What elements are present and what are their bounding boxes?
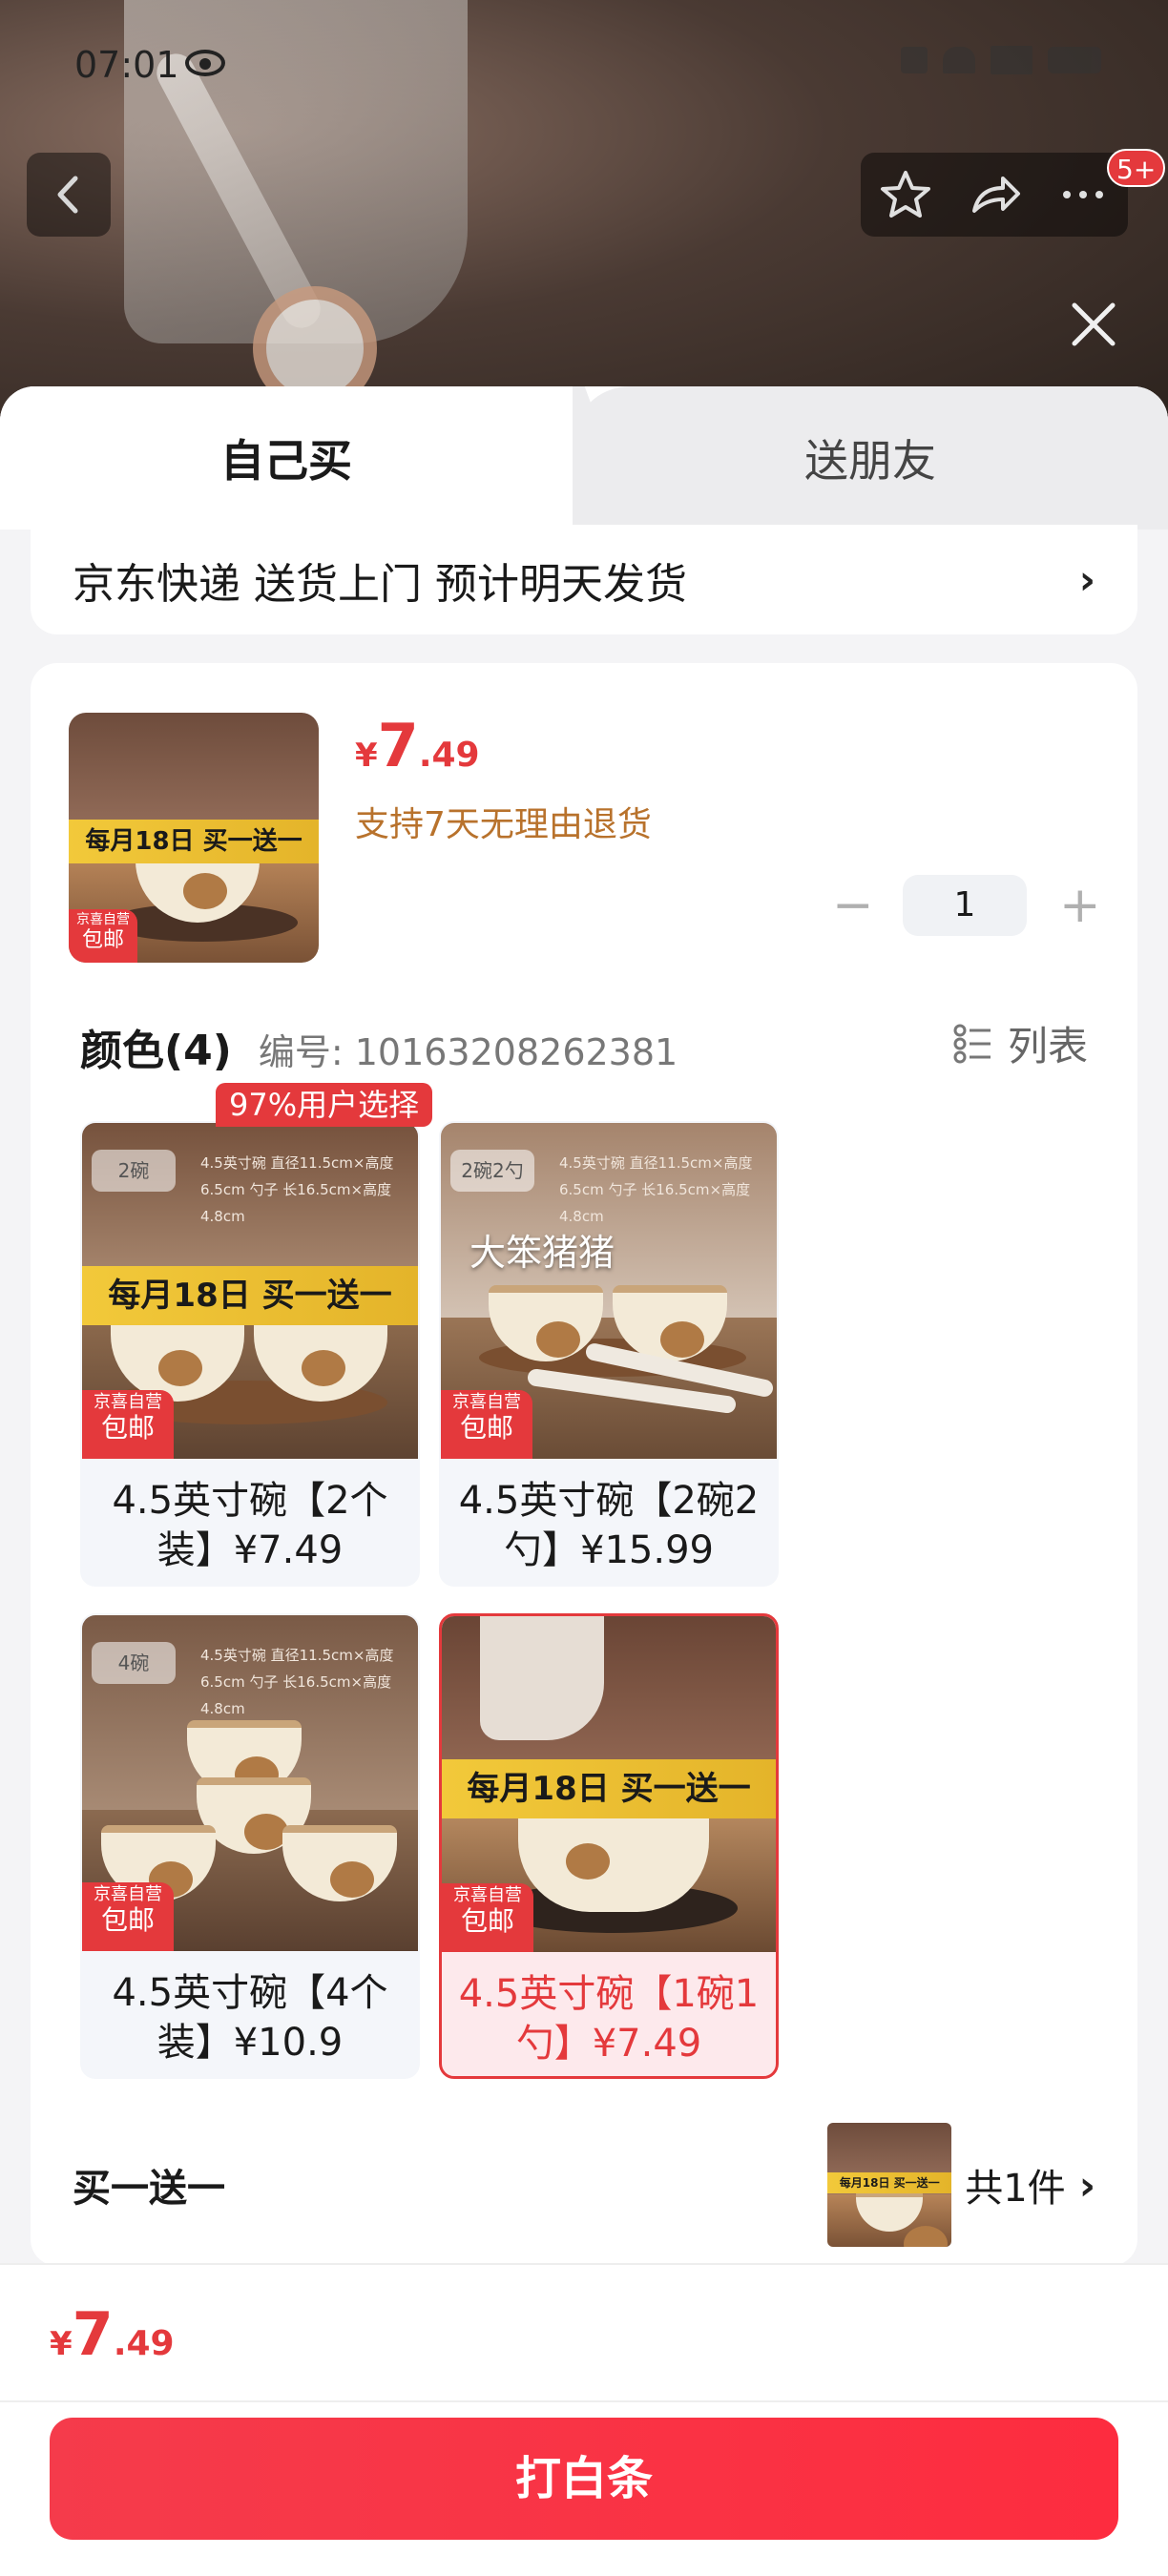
wifi-icon bbox=[943, 47, 975, 73]
price-currency: ¥ bbox=[355, 737, 378, 775]
variant-image: 2碗2勺 4.5英寸碗 直径11.5cm×高度6.5cm 勺子 长16.5cm×… bbox=[441, 1123, 777, 1459]
product-price: ¥7.49 bbox=[355, 711, 480, 780]
variant-option[interactable]: 4碗 4.5英寸碗 直径11.5cm×高度6.5cm 勺子 长16.5cm×高度… bbox=[80, 1613, 420, 2079]
battery-icon bbox=[1048, 47, 1101, 73]
free-shipping-badge-top: 京喜自营 bbox=[453, 1885, 522, 1905]
notification-badge: 5+ bbox=[1107, 149, 1166, 187]
status-icons bbox=[901, 46, 1101, 74]
tab-buy-self[interactable]: 自己买 bbox=[0, 386, 573, 530]
free-shipping-badge: 京喜自营 包邮 bbox=[82, 1882, 174, 1951]
variant-count-tag: 2碗2勺 bbox=[450, 1150, 534, 1192]
list-icon bbox=[953, 1024, 991, 1063]
list-view-toggle[interactable]: 列表 bbox=[952, 1014, 1088, 1072]
free-shipping-badge: 京喜自营 包邮 bbox=[69, 909, 137, 963]
checkout-divider bbox=[0, 2400, 1168, 2402]
total-price: ¥7.49 bbox=[50, 2299, 175, 2369]
delivery-text: 京东快递 送货上门 预计明天发货 bbox=[73, 559, 687, 609]
free-shipping-badge-text: 包邮 bbox=[100, 1412, 155, 1444]
product-thumbnail[interactable]: 每月18日 买一送一 京喜自营 包邮 bbox=[69, 713, 319, 963]
price-integer: 7 bbox=[377, 711, 419, 780]
bogo-thumbnail: 每月18日 买一送一 bbox=[827, 2123, 952, 2247]
checkout-bar: ¥7.49 打白条 bbox=[0, 2263, 1168, 2576]
variant-label: 4.5英寸碗【1碗1勺】¥7.49 bbox=[458, 1972, 760, 2066]
return-policy-note: 支持7天无理由退货 bbox=[355, 805, 652, 844]
variant-section-title: 颜色(4) bbox=[80, 1027, 232, 1075]
decrease-quantity-button[interactable]: − bbox=[832, 877, 874, 934]
free-shipping-badge-text: 包邮 bbox=[459, 1412, 513, 1444]
thumbnail-promo-band: 每月18日 买一送一 bbox=[69, 820, 319, 863]
variant-image: 2碗 4.5英寸碗 直径11.5cm×高度6.5cm 勺子 长16.5cm×高度… bbox=[82, 1123, 418, 1459]
total-price-decimal: .49 bbox=[113, 2324, 175, 2363]
variant-label: 4.5英寸碗【2碗2勺】¥15.99 bbox=[458, 1479, 760, 1572]
more-icon[interactable] bbox=[1055, 167, 1111, 222]
free-shipping-badge-top: 京喜自营 bbox=[94, 1884, 162, 1904]
pay-later-button[interactable]: 打白条 bbox=[50, 2418, 1118, 2540]
product-card: 每月18日 买一送一 京喜自营 包邮 ¥7.49 支持7天无理由退货 − 1 +… bbox=[31, 663, 1137, 2266]
variant-count-tag: 2碗 bbox=[92, 1150, 176, 1192]
total-price-integer: 7 bbox=[72, 2299, 114, 2369]
variant-label: 4.5英寸碗【4个装】¥10.9 bbox=[112, 1971, 388, 2065]
bogo-thumbnail-promo: 每月18日 买一送一 bbox=[827, 2172, 952, 2193]
total-price-currency: ¥ bbox=[50, 2325, 73, 2363]
tab-buy-self-label: 自己买 bbox=[220, 435, 352, 487]
variant-image: 4碗 4.5英寸碗 直径11.5cm×高度6.5cm 勺子 长16.5cm×高度… bbox=[82, 1615, 418, 1951]
variant-promo-band: 每月18日 买一送一 bbox=[82, 1266, 418, 1325]
status-bar: 07:01 bbox=[0, 38, 1168, 95]
bogo-chevron-icon: › bbox=[1078, 2161, 1095, 2209]
free-shipping-badge: 京喜自营 包邮 bbox=[82, 1390, 174, 1459]
quantity-stepper: − 1 + bbox=[832, 875, 1101, 936]
variant-promo-band: 每月18日 买一送一 bbox=[442, 1759, 776, 1818]
header-actions bbox=[861, 153, 1128, 237]
thumbnail-scene: 每月18日 买一送一 京喜自营 包邮 bbox=[69, 713, 319, 963]
tab-gift-friend-label: 送朋友 bbox=[804, 435, 936, 487]
share-icon[interactable] bbox=[967, 167, 1022, 222]
variant-spec-text: 4.5英寸碗 直径11.5cm×高度6.5cm 勺子 长16.5cm×高度4.8… bbox=[200, 1154, 394, 1225]
quantity-input[interactable]: 1 bbox=[903, 875, 1027, 936]
signal-icon bbox=[901, 47, 928, 73]
price-decimal: .49 bbox=[418, 736, 480, 775]
free-shipping-badge-top: 京喜自营 bbox=[94, 1392, 162, 1412]
cellular-icon bbox=[991, 46, 1032, 74]
tab-gift-friend[interactable]: 送朋友 bbox=[573, 386, 1168, 530]
bogo-title: 买一送一 bbox=[73, 2167, 225, 2211]
bogo-summary: 每月18日 买一送一 共1件 › bbox=[827, 2123, 1095, 2247]
variant-option[interactable]: 2碗2勺 4.5英寸碗 直径11.5cm×高度6.5cm 勺子 长16.5cm×… bbox=[439, 1121, 779, 1587]
purchase-sheet: 送朋友 自己买 京东快递 送货上门 预计明天发货 › 每月18日 买一送一 京喜… bbox=[0, 386, 1168, 2576]
star-icon[interactable] bbox=[878, 167, 933, 222]
sku-code: 编号: 10163208262381 bbox=[258, 1031, 678, 1073]
variant-spec-text: 4.5英寸碗 直径11.5cm×高度6.5cm 勺子 长16.5cm×高度4.8… bbox=[559, 1154, 753, 1225]
free-shipping-badge: 京喜自营 包邮 bbox=[442, 1883, 533, 1952]
increase-quantity-button[interactable]: + bbox=[1059, 877, 1101, 934]
purchase-tabs: 送朋友 自己买 bbox=[0, 386, 1168, 530]
free-shipping-badge-top: 京喜自营 bbox=[452, 1392, 521, 1412]
delivery-chevron-icon: › bbox=[1078, 556, 1095, 603]
variant-option-selected[interactable]: 每月18日 买一送一 京喜自营 包邮 4.5英寸碗【1碗1勺】¥7.49 bbox=[439, 1613, 779, 2079]
free-shipping-badge-top: 京喜自营 bbox=[76, 912, 130, 927]
free-shipping-badge-text: 包邮 bbox=[81, 928, 124, 952]
delivery-row[interactable]: 京东快递 送货上门 预计明天发货 › bbox=[31, 525, 1137, 634]
free-shipping-badge-text: 包邮 bbox=[460, 1905, 514, 1937]
variant-label: 4.5英寸碗【2个装】¥7.49 bbox=[112, 1479, 388, 1572]
popular-choice-tag: 97%用户选择 bbox=[216, 1083, 433, 1127]
status-time: 07:01 bbox=[74, 44, 179, 86]
bogo-row[interactable]: 买一送一 每月18日 买一送一 共1件 › bbox=[31, 2123, 1137, 2247]
free-shipping-badge: 京喜自营 包邮 bbox=[441, 1390, 532, 1459]
variant-overlay-text: 大笨猪猪 bbox=[469, 1232, 615, 1274]
chevron-left-icon bbox=[57, 176, 78, 214]
variant-image: 每月18日 买一送一 京喜自营 包邮 bbox=[442, 1616, 776, 1952]
list-view-label: 列表 bbox=[1007, 1023, 1088, 1070]
close-icon[interactable] bbox=[1067, 298, 1120, 351]
bogo-count: 共1件 bbox=[965, 2167, 1066, 2211]
eye-icon bbox=[185, 50, 225, 76]
variant-option[interactable]: 2碗 4.5英寸碗 直径11.5cm×高度6.5cm 勺子 长16.5cm×高度… bbox=[80, 1121, 420, 1587]
variant-count-tag: 4碗 bbox=[92, 1642, 176, 1684]
free-shipping-badge-text: 包邮 bbox=[100, 1904, 155, 1936]
variant-spec-text: 4.5英寸碗 直径11.5cm×高度6.5cm 勺子 长16.5cm×高度4.8… bbox=[200, 1647, 394, 1717]
back-button[interactable] bbox=[27, 153, 111, 237]
variant-section-header: 颜色(4) 编号: 10163208262381 bbox=[80, 1016, 678, 1077]
